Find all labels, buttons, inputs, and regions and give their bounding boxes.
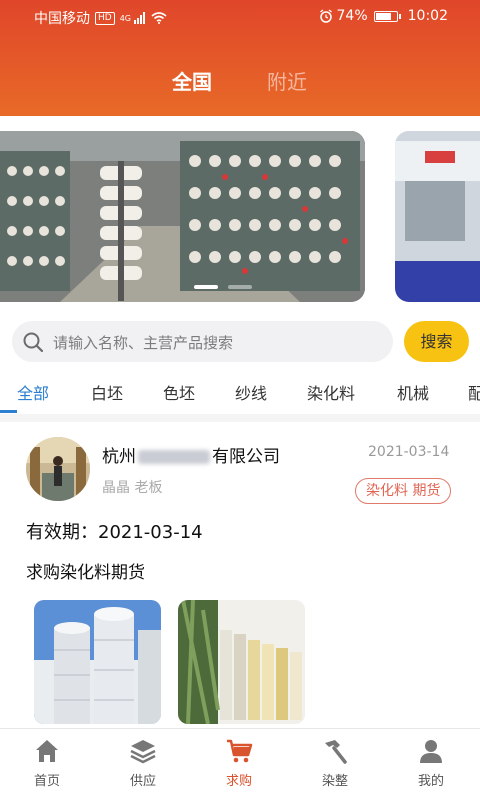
company-name-prefix: 杭州 — [102, 447, 136, 467]
category-tab-dyes-chemicals[interactable]: 染化料 — [307, 380, 355, 404]
hammer-icon — [325, 740, 347, 764]
nav-purchase[interactable]: 求购 — [209, 737, 269, 793]
search-placeholder: 请输入名称、主营产品搜索 — [53, 334, 234, 352]
category-tag: 染化料 期货 — [355, 478, 452, 504]
status-bar: 中国移动 HD 4G 74% 10:02 — [0, 0, 480, 34]
nav-purchase-label: 求购 — [225, 774, 252, 789]
silo-image — [34, 600, 161, 724]
app-header: 中国移动 HD 4G 74% 10:02 全国 附近 — [0, 0, 480, 116]
clock: 10:02 — [407, 8, 448, 24]
hd-badge: HD — [95, 11, 115, 25]
category-tabs: 全部 白坯 色坯 纱线 染化料 机械 配 — [0, 374, 480, 414]
carousel-dot[interactable] — [194, 285, 218, 289]
shopping-cart-icon — [227, 739, 253, 763]
home-icon — [36, 740, 58, 762]
category-tab-all[interactable]: 全部 — [17, 380, 49, 404]
validity-date: 有效期：2021-03-14 — [26, 522, 203, 543]
wifi-icon — [151, 12, 167, 24]
category-tab-accessories[interactable]: 配 — [468, 380, 480, 404]
signal-icon — [134, 12, 145, 24]
post-photo-fabric-rolls[interactable] — [178, 600, 305, 724]
purchase-post-card[interactable]: 杭州 有限公司 2021-03-14 晶晶 老板 染化料 期货 有效期：2021-… — [0, 422, 480, 728]
nav-supply-label: 供应 — [129, 774, 156, 789]
category-tab-yarn[interactable]: 纱线 — [235, 380, 267, 404]
active-tab-underline — [0, 410, 17, 413]
company-name[interactable]: 杭州 有限公司 — [102, 442, 280, 467]
category-tab-machinery[interactable]: 机械 — [397, 380, 429, 404]
nav-dyeing[interactable]: 染整 — [305, 737, 365, 793]
user-icon — [420, 740, 442, 763]
section-divider — [0, 414, 480, 422]
network-type: 4G — [119, 13, 131, 23]
search-input[interactable]: 请输入名称、主营产品搜索 — [12, 321, 393, 362]
nav-home-label: 首页 — [33, 774, 60, 789]
layers-icon — [130, 740, 156, 764]
avatar-image — [26, 437, 90, 501]
search-button[interactable]: 搜索 — [404, 321, 469, 362]
alarm-icon — [319, 9, 332, 23]
nav-profile[interactable]: 我的 — [401, 737, 461, 793]
banner-slide-textile-warehouse[interactable] — [0, 131, 365, 302]
category-tab-dyed-greige[interactable]: 色坯 — [163, 380, 195, 404]
carrier-name: 中国移动 — [34, 11, 90, 27]
bottom-navigation: 首页 供应 求购 染整 我的 — [0, 728, 480, 800]
redacted-text — [138, 450, 210, 464]
nav-supply[interactable]: 供应 — [113, 737, 173, 793]
company-name-suffix: 有限公司 — [212, 447, 280, 467]
contact-name: 晶晶 老板 — [102, 480, 163, 496]
search-icon — [23, 332, 44, 353]
post-date: 2021-03-14 — [368, 444, 450, 460]
battery-percent: 74% — [336, 8, 368, 24]
battery-icon — [373, 10, 401, 22]
carousel-indicator — [194, 285, 252, 289]
location-tabs: 全国 附近 — [0, 60, 480, 100]
nav-profile-label: 我的 — [417, 774, 444, 789]
banner-next-image — [395, 131, 480, 302]
tab-national[interactable]: 全国 — [172, 66, 212, 95]
fabric-rolls-image — [178, 600, 305, 724]
post-photo-silos[interactable] — [34, 600, 161, 724]
banner-image — [0, 131, 365, 302]
purchase-demand: 求购染化料期货 — [26, 563, 145, 583]
nav-home[interactable]: 首页 — [17, 737, 77, 793]
carousel-dot[interactable] — [228, 285, 252, 289]
banner-slide-next[interactable] — [395, 131, 480, 302]
tab-nearby[interactable]: 附近 — [267, 66, 307, 95]
avatar[interactable] — [26, 437, 90, 501]
category-tab-white-greige[interactable]: 白坯 — [91, 380, 123, 404]
nav-dyeing-label: 染整 — [321, 774, 348, 789]
